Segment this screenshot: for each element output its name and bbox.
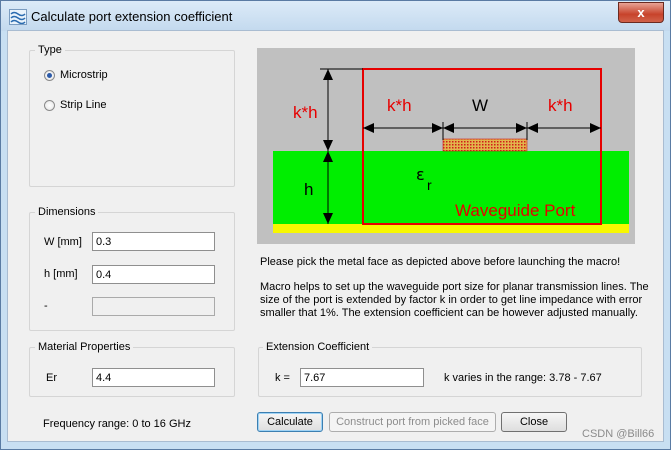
er-label: Er	[46, 372, 57, 384]
extension-group-label: Extension Coefficient	[263, 341, 373, 353]
calculate-button[interactable]: Calculate	[257, 412, 323, 432]
kh-left-label: k*h	[293, 103, 318, 122]
waveguide-port-label: Waveguide Port	[455, 201, 576, 220]
radio-microstrip-label: Microstrip	[60, 69, 108, 81]
frequency-range-text: Frequency range: 0 to 16 GHz	[43, 418, 191, 430]
epsilon-label: ε	[416, 165, 425, 184]
type-group-label: Type	[35, 44, 65, 56]
metal-strip	[442, 138, 528, 152]
dialog-client-area: Type Microstrip Strip Line Dimensions W …	[7, 30, 664, 442]
extra-label: -	[44, 300, 48, 312]
w-input[interactable]	[92, 232, 215, 251]
help-line: Macro helps to set up the waveguide port…	[260, 281, 649, 293]
extra-input[interactable]	[92, 297, 215, 316]
close-window-button[interactable]: x	[618, 2, 664, 23]
radio-microstrip-indicator[interactable]	[44, 69, 55, 81]
help-line: size of the port is extended by factor k…	[260, 294, 643, 306]
epsilon-subscript: r	[427, 177, 432, 193]
app-icon	[9, 9, 27, 25]
ground-plane	[273, 224, 629, 233]
er-input[interactable]	[92, 368, 215, 387]
radio-stripline-label: Strip Line	[60, 99, 107, 111]
help-text: Macro helps to set up the waveguide port…	[260, 281, 649, 320]
watermark-text: CSDN @Bill66	[582, 428, 655, 440]
kh-mid-label: k*h	[387, 96, 412, 115]
material-group-label: Material Properties	[35, 341, 134, 353]
radio-stripline[interactable]: Strip Line	[44, 99, 106, 111]
dimensions-group-label: Dimensions	[35, 206, 99, 218]
w-diagram-label: W	[472, 96, 488, 115]
radio-microstrip[interactable]: Microstrip	[44, 69, 108, 81]
w-label: W [mm]	[44, 236, 82, 248]
window-title: Calculate port extension coefficient	[31, 9, 233, 24]
pick-instruction: Please pick the metal face as depicted a…	[260, 256, 621, 268]
construct-port-button[interactable]: Construct port from picked face	[329, 412, 496, 432]
h-diagram-label: h	[304, 180, 313, 199]
k-range-text: k varies in the range: 3.78 - 7.67	[444, 372, 602, 384]
radio-stripline-indicator[interactable]	[44, 99, 55, 111]
h-input[interactable]	[92, 265, 215, 284]
close-button[interactable]: Close	[501, 412, 567, 432]
kh-right-label: k*h	[548, 96, 573, 115]
title-bar[interactable]: Calculate port extension coefficient x	[1, 1, 670, 31]
close-icon: x	[637, 5, 645, 20]
h-label: h [mm]	[44, 268, 78, 280]
k-input[interactable]	[300, 368, 424, 387]
port-diagram: k*h k*h W k*h h ε r Waveguide Port	[257, 48, 635, 244]
help-line: smaller that 1%. The extension coefficie…	[260, 307, 638, 319]
k-label: k =	[275, 372, 290, 384]
